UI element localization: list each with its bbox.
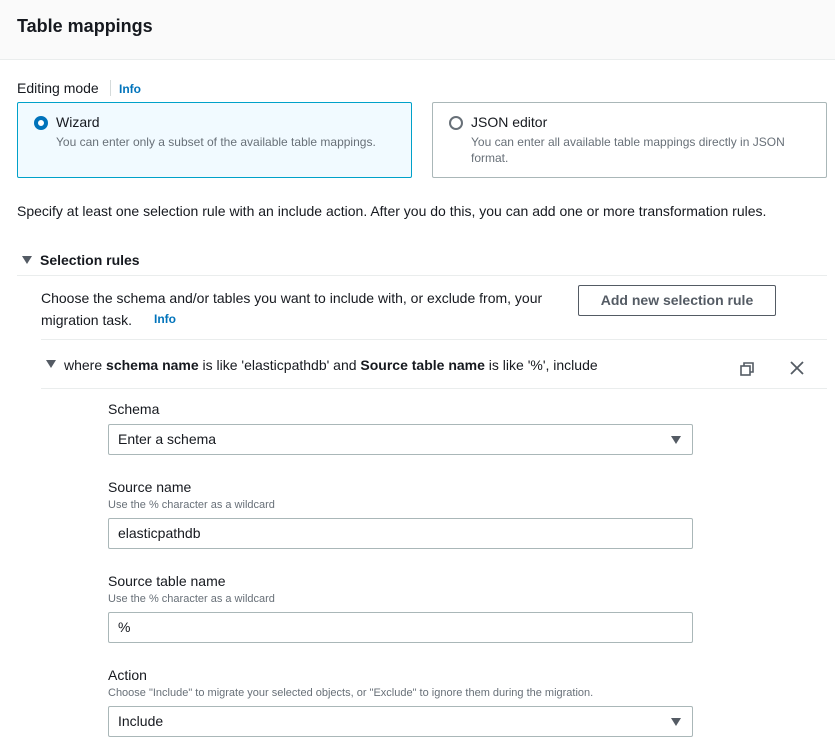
json-editor-option-description: You can enter all available table mappin… bbox=[471, 135, 785, 165]
page-header: Table mappings bbox=[0, 0, 835, 60]
json-editor-radio[interactable] bbox=[449, 116, 463, 130]
caret-down-icon bbox=[46, 360, 56, 368]
action-hint: Choose "Include" to migrate your selecte… bbox=[108, 687, 594, 699]
wizard-option-description: You can enter only a subset of the avail… bbox=[56, 135, 376, 149]
source-name-label: Source name bbox=[108, 479, 192, 495]
source-name-input[interactable]: elasticpathdb bbox=[108, 518, 693, 549]
divider bbox=[41, 339, 827, 340]
caret-down-icon bbox=[671, 436, 681, 444]
summary-text: where bbox=[64, 357, 107, 373]
wizard-option-title: Wizard bbox=[56, 114, 100, 130]
caret-down-icon bbox=[22, 256, 32, 264]
wizard-radio[interactable] bbox=[34, 116, 48, 130]
schema-select-value: Enter a schema bbox=[118, 431, 217, 447]
source-table-name-input[interactable]: % bbox=[108, 612, 693, 643]
schema-label: Schema bbox=[108, 401, 160, 417]
wizard-option-tile[interactable]: Wizard You can enter only a subset of th… bbox=[17, 102, 412, 178]
json-editor-option-tile[interactable]: JSON editor You can enter all available … bbox=[432, 102, 827, 178]
caret-down-icon bbox=[671, 718, 681, 726]
summary-bold: schema name bbox=[106, 357, 199, 373]
intro-text: Specify at least one selection rule with… bbox=[17, 203, 767, 219]
summary-text: is like '%', include bbox=[484, 357, 598, 373]
action-select[interactable]: Include bbox=[108, 706, 693, 737]
selection-rules-section-toggle[interactable]: Selection rules bbox=[17, 250, 827, 276]
selection-rules-description: Choose the schema and/or tables you want… bbox=[41, 290, 543, 328]
summary-bold: Source table name bbox=[360, 357, 485, 373]
close-icon[interactable] bbox=[789, 360, 805, 376]
editing-mode-label: Editing mode bbox=[17, 80, 99, 96]
editing-mode-info-link[interactable]: Info bbox=[119, 82, 141, 96]
action-label: Action bbox=[108, 667, 147, 683]
add-new-selection-rule-button[interactable]: Add new selection rule bbox=[578, 285, 776, 316]
selection-rules-info-link[interactable]: Info bbox=[154, 312, 176, 326]
copy-icon[interactable] bbox=[739, 361, 755, 377]
selection-rule-header[interactable]: where schema name is like 'elasticpathdb… bbox=[41, 347, 827, 389]
schema-select[interactable]: Enter a schema bbox=[108, 424, 693, 455]
json-editor-option-title: JSON editor bbox=[471, 114, 548, 130]
selection-rule-summary: where schema name is like 'elasticpathdb… bbox=[64, 357, 598, 373]
source-table-name-label: Source table name bbox=[108, 573, 226, 589]
source-name-hint: Use the % character as a wildcard bbox=[108, 499, 275, 511]
page-title: Table mappings bbox=[17, 16, 153, 36]
selection-rules-title: Selection rules bbox=[40, 252, 140, 268]
source-table-name-hint: Use the % character as a wildcard bbox=[108, 593, 275, 605]
summary-text: is like 'elasticpathdb' and bbox=[198, 357, 361, 373]
action-select-value: Include bbox=[118, 713, 164, 729]
divider bbox=[110, 80, 111, 96]
